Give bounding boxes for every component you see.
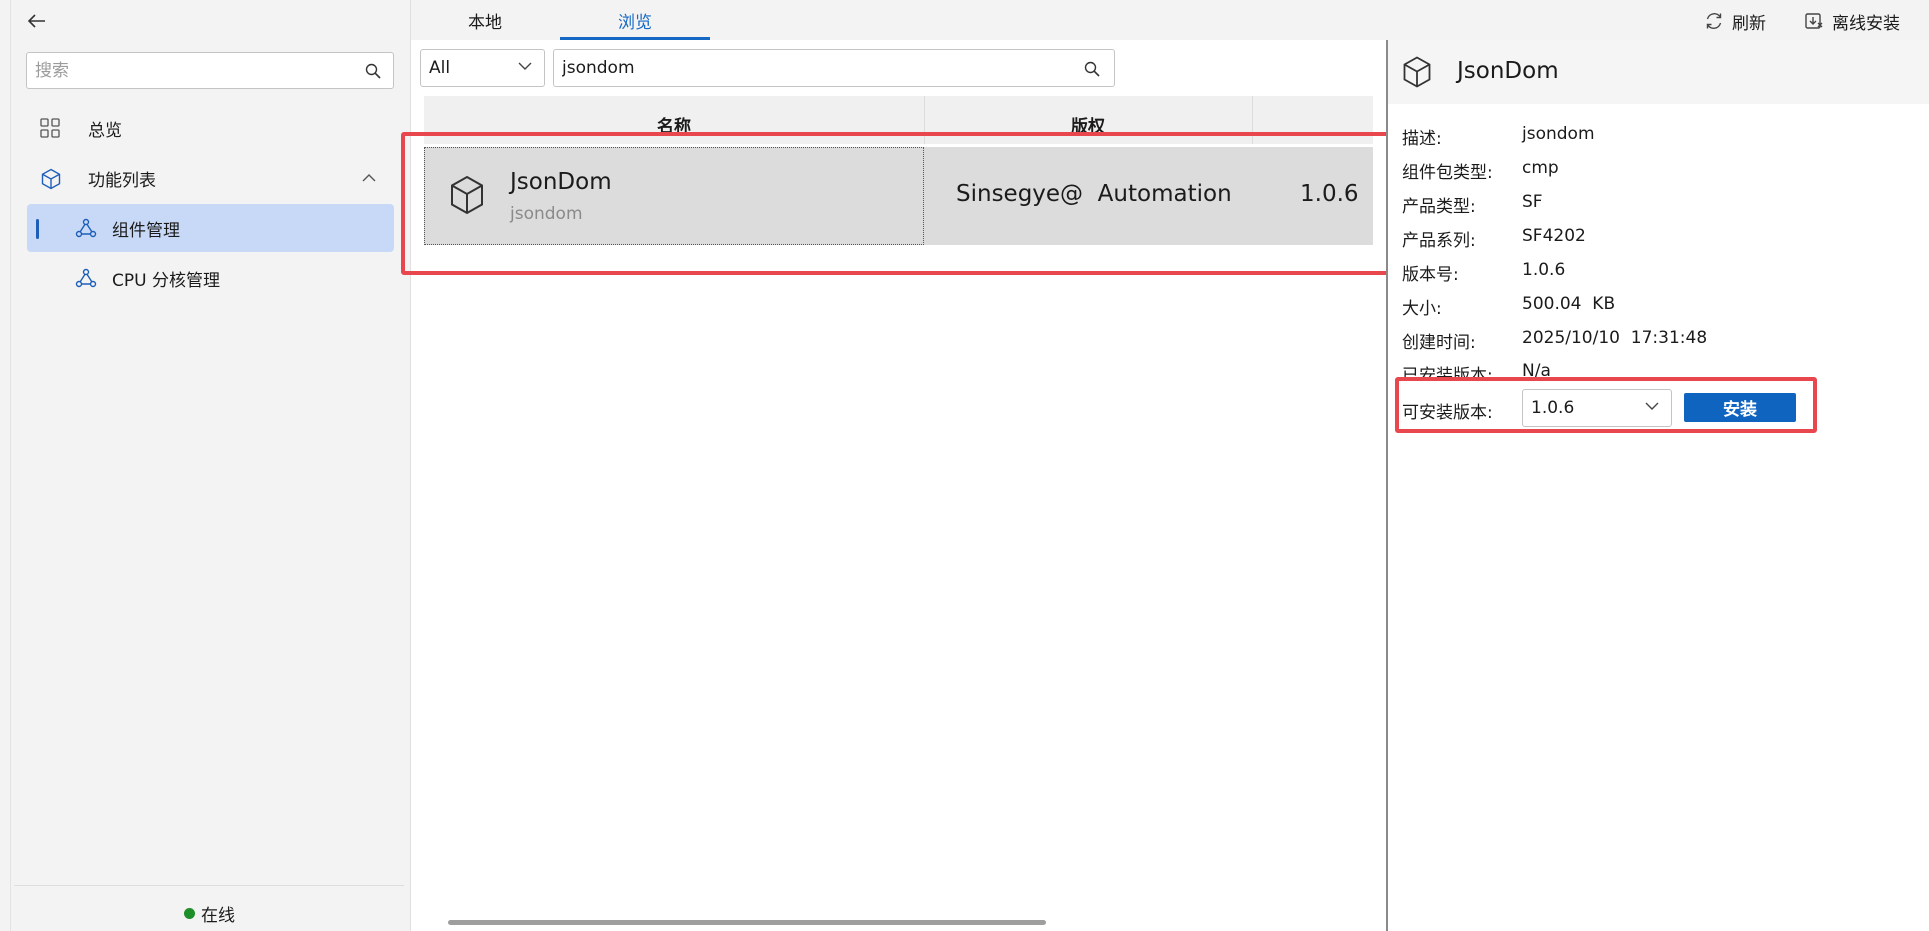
package-version: 1.0.6 [1300,181,1359,207]
field-value: N/a [1522,361,1551,381]
field-value: cmp [1522,158,1559,178]
tab-local[interactable]: 本地 [410,0,560,40]
type-filter-select[interactable]: All [420,49,545,87]
installable-version-label: 可安装版本: [1402,403,1493,423]
arrow-left-icon [28,14,45,28]
active-indicator [36,219,39,239]
status-label: 在线 [201,906,235,926]
main-panel: All 名称 版权 JsonDom jsondom Sinsegye@ Auto… [411,40,1386,931]
window-edge [10,0,11,931]
row-focus-outline [424,147,924,245]
column-header-version[interactable] [1252,96,1373,144]
sidebar-item-component-management[interactable]: 组件管理 [27,204,394,252]
online-dot-icon [184,908,195,919]
installable-version-value: 1.0.6 [1531,398,1575,418]
refresh-label: 刷新 [1732,13,1766,34]
field-key: 已安装版本: [1402,366,1493,381]
package-search-box [553,49,1115,87]
search-icon[interactable] [365,63,381,79]
table-header: 名称 版权 [424,96,1373,144]
field-key: 组件包类型: [1402,163,1493,183]
field-value: jsondom [1522,124,1595,144]
detail-title: JsonDom [1457,58,1559,84]
field-key: 版本号: [1402,265,1459,285]
package-search-input[interactable] [562,50,1062,86]
sidebar-search-box [26,52,394,89]
column-header-copyright[interactable]: 版权 [924,96,1252,144]
sidebar-item-label: 总览 [88,120,122,141]
install-button[interactable]: 安装 [1684,393,1796,422]
connection-status: 在线 [184,901,235,926]
field-value: 1.0.6 [1522,260,1566,280]
package-id: jsondom [510,204,583,224]
grid-icon [40,118,60,138]
field-key: 描述: [1402,129,1442,149]
sidebar-item-label: CPU 分核管理 [112,270,220,291]
tab-label: 浏览 [618,12,652,33]
sidebar-item-overview[interactable]: 总览 [27,104,394,152]
package-name: JsonDom [510,169,612,195]
sidebar-item-cpu-core-management[interactable]: CPU 分核管理 [27,254,394,302]
detail-panel: JsonDom 描述: jsondom 组件包类型: cmp 产品类型: SF 产品系… [1388,40,1929,931]
cube-icon [40,168,62,190]
tab-label: 本地 [468,12,502,33]
chevron-down-icon [1645,402,1659,410]
field-value: SF [1522,192,1543,212]
cube-icon [1403,56,1431,88]
tab-browse[interactable]: 浏览 [560,0,710,40]
refresh-button[interactable]: 刷新 [1704,6,1766,36]
chevron-down-icon [518,62,532,70]
offline-install-button[interactable]: 离线安装 [1804,6,1900,36]
offline-install-icon [1805,13,1823,29]
sidebar-search-input[interactable] [35,53,355,88]
package-copyright: Sinsegye@ Automation [956,181,1232,207]
app-window: 总览 功能列表 组件管理 CPU 分核管理 [0,0,1929,931]
back-button[interactable] [22,8,52,34]
sidebar-item-label: 功能列表 [88,170,156,191]
field-value: 500.04 KB [1522,294,1616,314]
offline-install-label: 离线安装 [1832,13,1900,34]
chevron-up-icon[interactable] [362,173,376,182]
sidebar-group-feature-list[interactable]: 功能列表 [27,154,394,202]
cube-icon [451,175,483,215]
field-value: SF4202 [1522,226,1586,246]
network-icon [75,267,97,289]
detail-header: JsonDom [1388,40,1929,104]
sidebar-item-label: 组件管理 [112,220,180,241]
field-key: 产品系列: [1402,231,1476,251]
network-icon [75,217,97,239]
table-row[interactable]: JsonDom jsondom Sinsegye@ Automation 1.0… [424,147,1373,245]
column-header-name[interactable]: 名称 [424,96,924,144]
refresh-icon [1706,13,1722,29]
search-icon[interactable] [1084,61,1100,77]
field-value: 2025/10/10 17:31:48 [1522,328,1708,348]
field-key: 创建时间: [1402,333,1476,353]
field-key: 大小: [1402,299,1442,319]
detail-field-installed-version-clip: 已安装版本: N/a [1388,361,1929,381]
filter-selected-value: All [429,58,451,78]
sidebar-footer-divider [14,885,404,886]
horizontal-scrollbar[interactable] [448,920,1046,925]
installable-version-select[interactable]: 1.0.6 [1522,389,1672,427]
field-key: 产品类型: [1402,197,1476,217]
sidebar: 总览 功能列表 组件管理 CPU 分核管理 [0,0,410,931]
